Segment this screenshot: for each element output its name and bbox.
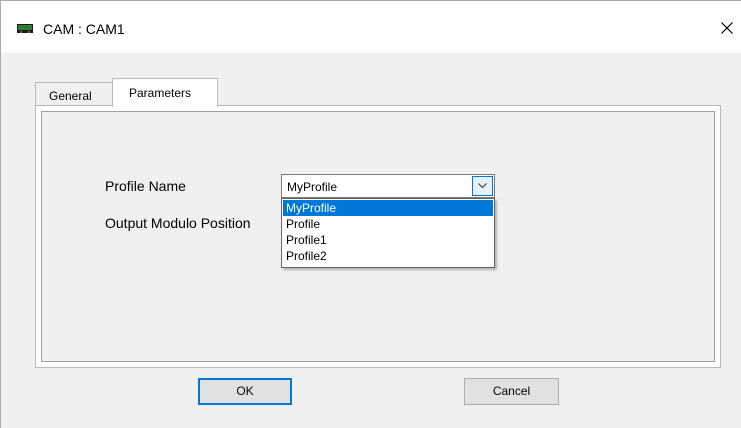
dropdown-option-profile[interactable]: Profile [283,216,493,232]
output-modulo-position-label: Output Modulo Position [105,215,251,231]
profile-name-label: Profile Name [105,178,186,194]
cam-dialog-window: CAM : CAM1 General Parameters Profile Na… [0,0,741,428]
tab-general[interactable]: General [35,82,114,106]
profile-name-select[interactable]: MyProfile [281,174,495,198]
ok-button[interactable]: OK [198,378,292,405]
close-icon [721,22,733,34]
tab-parameters-label: Parameters [129,86,192,100]
profile-name-dropdown-list: MyProfile Profile Profile1 Profile2 [281,198,495,268]
dropdown-option-profile1[interactable]: Profile1 [283,232,493,248]
dropdown-option-myprofile[interactable]: MyProfile [283,200,493,216]
tab-general-label: General [49,89,92,103]
dropdown-toggle-button[interactable] [472,176,493,196]
cam-device-icon [17,24,33,33]
cancel-button[interactable]: Cancel [464,378,559,405]
title-bar: CAM : CAM1 [1,1,741,53]
profile-name-select-value: MyProfile [287,180,338,194]
window-title: CAM : CAM1 [43,21,125,37]
close-button[interactable] [713,13,741,45]
dropdown-option-profile2[interactable]: Profile2 [283,248,493,264]
chevron-down-icon [478,183,487,189]
tab-parameters[interactable]: Parameters [112,78,218,107]
